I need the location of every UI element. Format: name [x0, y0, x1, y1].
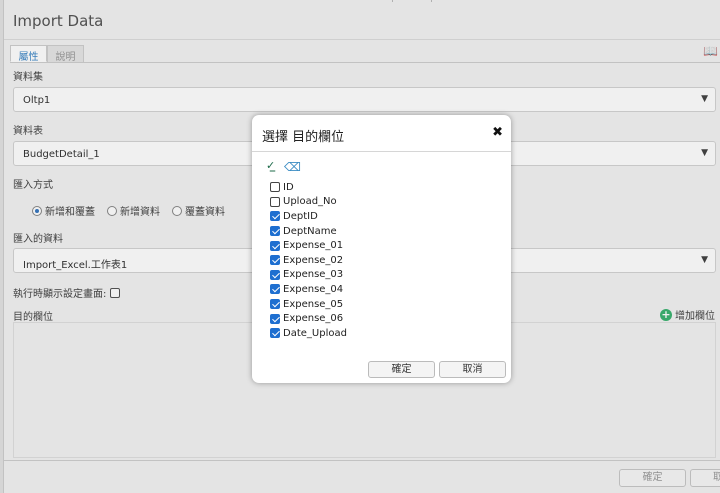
dialog-cancel-button[interactable]: 取消 [439, 361, 506, 378]
column-option[interactable]: Expense_02 [270, 253, 347, 268]
column-option[interactable]: Expense_06 [270, 311, 347, 326]
checkbox-checked[interactable] [270, 211, 280, 222]
checkbox-checked[interactable] [270, 269, 280, 280]
column-option-label: Upload_No [283, 196, 337, 208]
column-option-label: Expense_02 [283, 254, 344, 266]
checkbox-checked[interactable] [270, 313, 280, 324]
eraser-icon[interactable]: ⌫ [284, 160, 301, 174]
column-option[interactable]: Upload_No [270, 195, 347, 210]
checkbox-checked[interactable] [270, 240, 280, 251]
column-option[interactable]: Expense_05 [270, 297, 347, 312]
column-option[interactable]: DeptID [270, 209, 347, 224]
column-option-label: DeptID [283, 210, 318, 222]
close-icon[interactable]: ✖ [492, 125, 503, 140]
column-option-label: ID [283, 181, 294, 193]
dialog-ok-button[interactable]: 確定 [368, 361, 435, 378]
checkbox-checked[interactable] [270, 226, 280, 237]
dialog-divider [252, 151, 511, 152]
checkbox-checked[interactable] [270, 284, 280, 295]
column-option[interactable]: Expense_04 [270, 282, 347, 297]
column-option[interactable]: ID [270, 180, 347, 195]
column-option-label: Date_Upload [283, 327, 347, 339]
checkbox-unchecked[interactable] [270, 196, 280, 207]
checkbox-unchecked[interactable] [270, 182, 280, 193]
column-option-label: Expense_04 [283, 283, 344, 295]
column-option-label: Expense_05 [283, 298, 344, 310]
select-all-icon[interactable]: ✓̲ [266, 159, 275, 172]
column-option[interactable]: Date_Upload [270, 326, 347, 341]
checkbox-checked[interactable] [270, 328, 280, 339]
checkbox-checked[interactable] [270, 299, 280, 310]
select-target-columns-dialog: 選擇 目的欄位 ✖ ✓̲ ⌫ ID Upload_No DeptID DeptName… [252, 115, 511, 383]
column-option-label: DeptName [283, 225, 337, 237]
column-option-label: Expense_01 [283, 240, 344, 252]
column-option-label: Expense_06 [283, 313, 344, 325]
column-option[interactable]: DeptName [270, 224, 347, 239]
column-option-label: Expense_03 [283, 269, 344, 281]
dialog-title: 選擇 目的欄位 [262, 130, 345, 145]
column-option[interactable]: Expense_03 [270, 268, 347, 283]
column-list: ID Upload_No DeptID DeptName Expense_01 Expen… [270, 180, 347, 341]
column-option[interactable]: Expense_01 [270, 238, 347, 253]
checkbox-checked[interactable] [270, 255, 280, 266]
